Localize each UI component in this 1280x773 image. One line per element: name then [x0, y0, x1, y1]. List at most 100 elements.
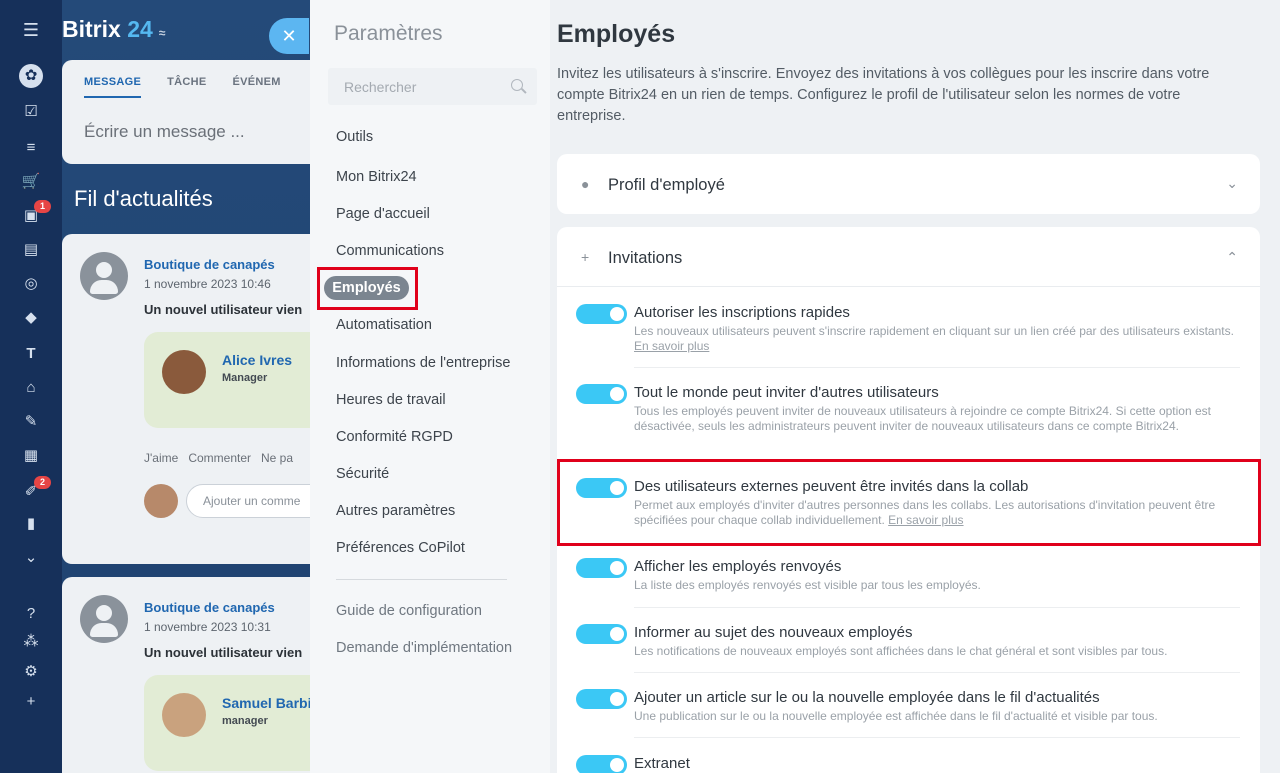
menu-icon[interactable]: ☰ — [19, 18, 43, 42]
add-user-icon: + — [581, 249, 590, 265]
feed-post: Boutique de canapés 1 novembre 2023 10:4… — [62, 234, 322, 564]
help-icon[interactable]: ? — [19, 602, 43, 626]
search-icon[interactable] — [511, 79, 523, 91]
user-name[interactable]: Samuel Barbi — [222, 695, 311, 711]
post-date: 1 novembre 2023 10:46 — [144, 277, 271, 291]
option-label: Tout le monde peut inviter d'autres util… — [634, 384, 939, 401]
user-card: Alice Ivres Manager — [144, 332, 322, 428]
add-icon[interactable]: + — [19, 690, 43, 714]
avatar — [80, 595, 128, 643]
avatar — [144, 484, 178, 518]
more-icon[interactable]: ⌄ — [19, 546, 43, 570]
switch-icon: ≈ — [158, 26, 166, 40]
post-author[interactable]: Boutique de canapés — [144, 257, 275, 272]
gear-icon[interactable]: ⚙ — [19, 660, 43, 684]
notification-badge: 1 — [34, 200, 51, 213]
toggle-switch[interactable] — [576, 755, 627, 773]
option-description: Tous les employés peuvent inviter de nou… — [634, 404, 1211, 433]
toggle-switch[interactable] — [576, 304, 627, 324]
page-intro: Invitez les utilisateurs à s'inscrire. E… — [557, 66, 1210, 124]
user-role: manager — [222, 715, 268, 727]
settings-search[interactable] — [328, 68, 537, 105]
nav-item-demande[interactable]: Demande d'implémentation — [336, 640, 512, 656]
robot-icon[interactable]: ▤ — [19, 238, 43, 262]
divider — [634, 367, 1240, 368]
tab-task[interactable]: TÂCHE — [167, 76, 206, 88]
divider — [557, 286, 1260, 287]
close-icon: ✕ — [281, 26, 297, 46]
toggle-switch[interactable] — [576, 689, 627, 709]
post-composer[interactable]: MESSAGE TÂCHE ÉVÉNEM Écrire un message ... — [62, 60, 322, 164]
tab-event[interactable]: ÉVÉNEM — [233, 76, 281, 88]
learn-more-link[interactable]: En savoir plus — [634, 339, 709, 353]
nav-item-guide[interactable]: Guide de configuration — [336, 603, 482, 619]
post-author[interactable]: Boutique de canapés — [144, 600, 275, 615]
analytics-icon[interactable]: ▮ — [19, 512, 43, 536]
chevron-down-icon[interactable]: ⌄ — [1226, 175, 1238, 192]
divider — [634, 672, 1240, 673]
divider — [634, 737, 1240, 738]
option-description: La liste des employés renvoyés est visib… — [634, 578, 981, 592]
comment-input[interactable]: Ajouter un comme — [186, 484, 322, 518]
option-label: Extranet — [634, 755, 690, 772]
option-label: Ajouter un article sur le ou la nouvelle… — [634, 689, 1100, 706]
left-icon-rail: ☰ ✿ ☑ ≡ 🛒 ▣ 1 ▤ ◎ ◆ T ⌂ ✎ ▦ ✐ 2 ▮ ⌄ ? ⁂ … — [0, 0, 62, 773]
crm-icon[interactable]: ≡ — [19, 136, 43, 160]
avatar — [80, 252, 128, 300]
settings-content: Employés Invitez les utilisateurs à s'in… — [557, 0, 1280, 773]
option-description: Les nouveaux utilisateurs peuvent s'insc… — [634, 324, 1234, 353]
nav-item-page-accueil[interactable]: Page d'accueil — [336, 206, 430, 222]
option-description: Les notifications de nouveaux employés s… — [634, 644, 1168, 658]
nav-item-mon-bitrix24[interactable]: Mon Bitrix24 — [336, 169, 417, 185]
settings-title: Paramètres — [334, 22, 443, 45]
composer-placeholder[interactable]: Écrire un message ... — [84, 122, 245, 142]
nav-item-copilot[interactable]: Préférences CoPilot — [336, 540, 465, 556]
nav-item-autres[interactable]: Autres paramètres — [336, 503, 455, 519]
user-name[interactable]: Alice Ivres — [222, 352, 292, 368]
nav-item-heures[interactable]: Heures de travail — [336, 392, 446, 408]
target-icon[interactable]: ◎ — [19, 272, 43, 296]
close-panel-button[interactable]: ✕ — [269, 18, 309, 54]
calendar-icon[interactable]: ▦ — [19, 444, 43, 468]
tasks-icon[interactable]: ☑ — [19, 100, 43, 124]
settings-nav: Paramètres Outils Mon Bitrix24 Page d'ac… — [310, 0, 550, 773]
notification-badge: 2 — [34, 476, 51, 489]
option-description: Une publication sur le ou la nouvelle em… — [634, 709, 1158, 723]
nav-item-rgpd[interactable]: Conformité RGPD — [336, 429, 453, 445]
post-message: Un nouvel utilisateur vien — [144, 645, 303, 660]
nav-item-automatisation[interactable]: Automatisation — [336, 317, 432, 333]
sign-icon[interactable]: ✎ — [19, 410, 43, 434]
post-actions: J'aime Commenter Ne pa — [144, 451, 303, 465]
highlight-box — [557, 459, 1261, 546]
section-title: Invitations — [608, 249, 683, 267]
nav-item-securite[interactable]: Sécurité — [336, 466, 389, 482]
settings-panel: Paramètres Outils Mon Bitrix24 Page d'ac… — [310, 0, 1280, 773]
toggle-switch[interactable] — [576, 384, 627, 404]
shop-icon[interactable]: 🛒 — [19, 170, 43, 194]
nav-divider — [336, 579, 507, 580]
toggle-switch[interactable] — [576, 624, 627, 644]
option-label: Afficher les employés renvoyés — [634, 558, 842, 575]
nav-item-informations[interactable]: Informations de l'entreprise — [336, 355, 510, 371]
section-profile[interactable]: ● Profil d'employé ⌄ — [557, 154, 1260, 214]
post-message: Un nouvel utilisateur vien — [144, 302, 303, 317]
app-logo[interactable]: Bitrix 24 ≈ — [62, 16, 165, 43]
text-icon[interactable]: T — [19, 342, 43, 366]
nav-item-communications[interactable]: Communications — [336, 243, 444, 259]
unfollow-link[interactable]: Ne pa — [261, 451, 293, 465]
toggle-switch[interactable] — [576, 558, 627, 578]
box-icon[interactable]: ◆ — [19, 306, 43, 330]
search-input[interactable] — [328, 68, 498, 105]
feed-icon[interactable]: ✿ — [19, 64, 43, 88]
comment-link[interactable]: Commenter — [188, 451, 251, 465]
user-icon: ● — [581, 176, 590, 192]
chevron-up-icon[interactable]: ⌃ — [1226, 249, 1238, 266]
feed-title: Fil d'actualités — [74, 186, 213, 211]
tab-message[interactable]: MESSAGE — [84, 76, 142, 98]
user-card: Samuel Barbi manager — [144, 675, 322, 771]
bank-icon[interactable]: ⌂ — [19, 376, 43, 400]
user-photo — [162, 350, 206, 394]
structure-icon[interactable]: ⁂ — [19, 630, 43, 654]
like-link[interactable]: J'aime — [144, 451, 178, 465]
nav-item-outils[interactable]: Outils — [336, 129, 373, 145]
